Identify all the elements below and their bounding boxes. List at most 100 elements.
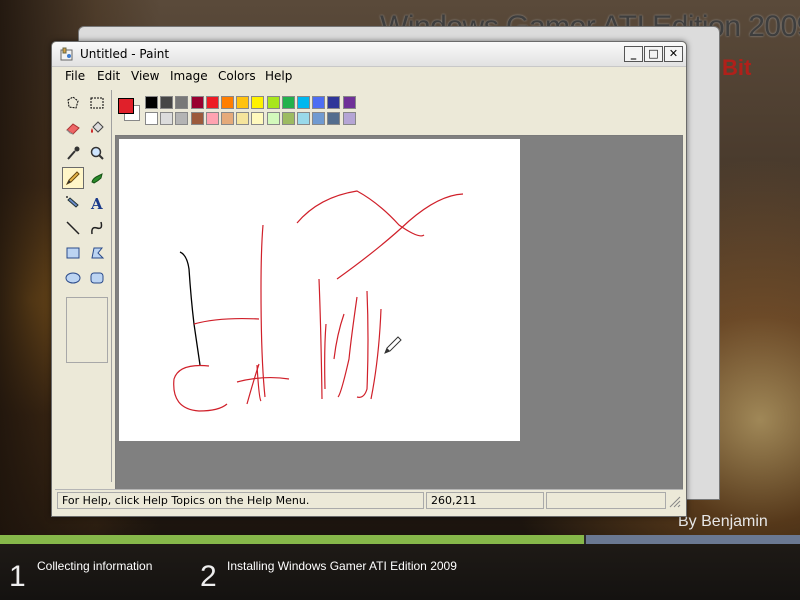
status-help-text: For Help, click Help Topics on the Help … xyxy=(57,492,424,509)
palette-swatch[interactable] xyxy=(266,96,280,109)
step-2-label: Installing Windows Gamer ATI Edition 200… xyxy=(227,559,457,573)
pencil-cursor-icon xyxy=(384,336,402,354)
status-bar: For Help, click Help Topics on the Help … xyxy=(55,489,683,512)
maximize-button[interactable]: □ xyxy=(644,46,663,62)
menu-view[interactable]: View xyxy=(131,69,159,83)
toolbox: A xyxy=(59,90,112,482)
palette-swatch[interactable] xyxy=(236,112,250,125)
installer-steps-band: 1 Collecting information 2 Installing Wi… xyxy=(0,544,800,600)
palette-swatch[interactable] xyxy=(160,96,174,109)
rectangle-icon xyxy=(66,247,80,259)
resize-grip-icon[interactable] xyxy=(669,496,681,508)
ellipse-icon xyxy=(65,272,81,284)
eyedropper-icon xyxy=(67,146,80,160)
minimize-button[interactable]: _ xyxy=(624,46,643,62)
palette-swatch[interactable] xyxy=(205,112,219,125)
current-colors[interactable] xyxy=(115,94,140,126)
drawing-canvas[interactable] xyxy=(119,139,520,441)
red-stroke xyxy=(260,224,266,398)
window-title: Untitled - Paint xyxy=(80,47,170,61)
red-stroke xyxy=(337,296,358,398)
fill-tool[interactable] xyxy=(86,117,108,139)
rounded-rectangle-tool[interactable] xyxy=(86,267,108,289)
palette-swatch[interactable] xyxy=(266,112,280,125)
palette-swatch[interactable] xyxy=(297,112,310,125)
palette-swatch[interactable] xyxy=(312,112,326,125)
background-bit-text: Bit xyxy=(722,55,752,80)
tool-options-box[interactable] xyxy=(66,297,108,363)
red-stroke xyxy=(318,278,323,400)
palette-swatch[interactable] xyxy=(236,96,250,109)
brush-tool[interactable] xyxy=(86,167,108,189)
title-bar[interactable]: Untitled - Paint _ □ ✕ xyxy=(52,42,686,67)
palette-swatch[interactable] xyxy=(205,96,219,109)
paint-window: Untitled - Paint _ □ ✕ File Edit View Im… xyxy=(51,41,687,517)
pencil-tool[interactable] xyxy=(62,167,84,189)
paint-bucket-icon xyxy=(91,121,104,133)
palette-swatch[interactable] xyxy=(175,96,189,109)
palette-swatch[interactable] xyxy=(327,96,341,109)
palette-swatch[interactable] xyxy=(221,96,234,109)
progress-completed xyxy=(0,535,584,544)
menu-file[interactable]: File xyxy=(65,69,85,83)
red-stroke xyxy=(296,190,425,237)
select-tool[interactable] xyxy=(86,92,108,114)
menu-help[interactable]: Help xyxy=(265,69,292,83)
step-1-label: Collecting information xyxy=(37,559,153,573)
red-stroke xyxy=(256,364,262,402)
red-stroke xyxy=(356,290,369,398)
pencil-icon xyxy=(65,171,80,186)
step-2-number: 2 xyxy=(200,560,217,593)
close-button[interactable]: ✕ xyxy=(664,46,683,62)
palette-swatch[interactable] xyxy=(281,96,295,109)
red-stroke xyxy=(193,317,260,325)
black-stroke xyxy=(179,251,201,366)
rectangle-tool[interactable] xyxy=(62,242,84,264)
svg-text:A: A xyxy=(90,195,103,211)
text-tool[interactable]: A xyxy=(86,192,108,214)
canvas-scroll-area xyxy=(115,135,683,494)
rectangle-select-icon xyxy=(90,97,104,109)
red-stroke xyxy=(333,313,345,360)
palette-swatch[interactable] xyxy=(281,112,295,125)
palette-swatch[interactable] xyxy=(160,112,174,125)
ellipse-tool[interactable] xyxy=(62,267,84,289)
menu-colors[interactable]: Colors xyxy=(218,69,256,83)
free-form-select-tool[interactable] xyxy=(62,92,84,114)
text-icon: A xyxy=(90,195,103,211)
magnifier-tool[interactable] xyxy=(86,142,108,164)
installer-progress-bar xyxy=(0,535,800,544)
free-form-select-icon xyxy=(67,96,79,109)
palette-swatch[interactable] xyxy=(342,96,356,109)
palette-swatch[interactable] xyxy=(190,96,204,109)
line-tool[interactable] xyxy=(62,217,84,239)
palette-swatch[interactable] xyxy=(342,112,356,125)
palette-swatch[interactable] xyxy=(221,112,234,125)
airbrush-tool[interactable] xyxy=(62,192,84,214)
eraser-icon xyxy=(66,123,80,135)
palette-swatch[interactable] xyxy=(145,96,158,109)
palette-swatch[interactable] xyxy=(327,112,341,125)
menu-edit[interactable]: Edit xyxy=(97,69,120,83)
airbrush-icon xyxy=(66,196,79,208)
progress-remaining xyxy=(586,535,800,544)
palette-swatch[interactable] xyxy=(175,112,189,125)
menu-image[interactable]: Image xyxy=(170,69,208,83)
palette-swatch[interactable] xyxy=(297,96,310,109)
red-stroke xyxy=(324,323,327,390)
palette-swatch[interactable] xyxy=(190,112,204,125)
red-stroke xyxy=(370,308,382,400)
eraser-tool[interactable] xyxy=(62,117,84,139)
polygon-tool[interactable] xyxy=(86,242,108,264)
paint-app-icon xyxy=(60,47,73,61)
foreground-color-swatch[interactable] xyxy=(118,98,134,114)
palette-swatch[interactable] xyxy=(251,96,265,109)
red-stroke xyxy=(336,193,464,280)
status-selection-size xyxy=(546,492,666,509)
palette-swatch[interactable] xyxy=(312,96,326,109)
curve-tool[interactable] xyxy=(86,217,108,239)
menu-bar: File Edit View Image Colors Help xyxy=(52,66,686,86)
pick-color-tool[interactable] xyxy=(62,142,84,164)
palette-swatch[interactable] xyxy=(145,112,158,125)
palette-swatch[interactable] xyxy=(251,112,265,125)
